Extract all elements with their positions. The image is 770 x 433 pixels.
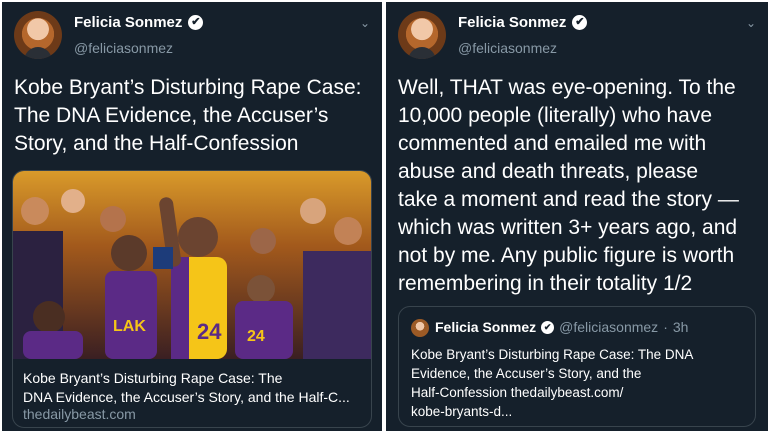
chevron-down-icon[interactable]: ⌄ (360, 16, 370, 30)
card-photo: LAK 24 24 (13, 171, 371, 359)
quoted-author-name: Felicia Sonmez (435, 319, 537, 335)
svg-text:24: 24 (247, 328, 265, 345)
tweet-text-line: which was written 3+ years ago, and (398, 216, 738, 239)
separator-dot: · (663, 319, 668, 335)
tweet-text-line: remembering in their totality 1/2 (398, 272, 693, 295)
tweet-text: Well, THAT was eye-opening. To the 10,00… (398, 74, 760, 298)
tweet-text-line: Story, and the Half-Confession (14, 132, 299, 155)
tweet-text-line: The DNA Evidence, the Accuser’s (14, 104, 329, 127)
author-handle[interactable]: @feliciasonmez (458, 40, 557, 56)
author-handle[interactable]: @feliciasonmez (74, 40, 173, 56)
quoted-text: Kobe Bryant’s Disturbing Rape Case: The … (411, 345, 741, 421)
avatar[interactable] (14, 11, 62, 59)
verified-icon: ✔ (541, 320, 555, 334)
card-caption-line: Kobe Bryant’s Disturbing Rape Case: The (23, 370, 283, 386)
author-name[interactable]: Felicia Sonmez (458, 14, 566, 31)
tweet-text-line: take a moment and read the story — (398, 188, 739, 211)
quoted-text-line: Half-Confession thedailybeast.com/ (411, 385, 624, 400)
quoted-author-handle: @feliciasonmez (559, 319, 659, 335)
card-domain: thedailybeast.com (23, 406, 136, 422)
right-tweet[interactable]: Felicia Sonmez ✔ @feliciasonmez ⌄ Well, … (386, 2, 768, 431)
tweet-text: Kobe Bryant’s Disturbing Rape Case: The … (14, 74, 374, 158)
svg-text:24: 24 (197, 319, 222, 344)
verified-icon: ✔ (572, 15, 588, 30)
svg-text:LAK: LAK (113, 318, 146, 335)
link-card[interactable]: LAK 24 24 Kobe Bryant’s Disturbing Rape … (12, 170, 372, 428)
tweet-text-line: 10,000 people (literally) who have (398, 104, 713, 127)
author-row: Felicia Sonmez ✔ (458, 14, 588, 31)
quoted-text-line: kobe-bryants-d... (411, 404, 513, 419)
card-caption: Kobe Bryant’s Disturbing Rape Case: The … (23, 369, 363, 407)
quoted-timestamp: 3h (672, 319, 689, 335)
quoted-text-line: Evidence, the Accuser’s Story, and the (411, 366, 642, 381)
basketball-photo-illustration: LAK 24 24 (13, 189, 371, 359)
left-tweet[interactable]: Felicia Sonmez ✔ @feliciasonmez ⌄ Kobe B… (2, 2, 382, 431)
verified-icon: ✔ (188, 15, 204, 30)
quoted-text-line: Kobe Bryant’s Disturbing Rape Case: The … (411, 347, 694, 362)
tweet-text-line: not by me. Any public figure is worth (398, 244, 735, 267)
author-row: Felicia Sonmez ✔ (74, 14, 204, 31)
chevron-down-icon[interactable]: ⌄ (746, 16, 756, 30)
tweet-text-line: commented and emailed me with (398, 132, 707, 155)
author-name[interactable]: Felicia Sonmez (74, 14, 182, 31)
quoted-tweet[interactable]: Felicia Sonmez ✔ @feliciasonmez · 3h Kob… (398, 306, 756, 427)
avatar[interactable] (398, 11, 446, 59)
quoted-header: Felicia Sonmez ✔ @feliciasonmez · 3h (435, 319, 688, 335)
tweet-text-line: Kobe Bryant’s Disturbing Rape Case: (14, 76, 362, 99)
tweet-text-line: abuse and death threats, please (398, 160, 699, 183)
quoted-avatar (411, 319, 429, 337)
card-caption-line: DNA Evidence, the Accuser’s Story, and t… (23, 389, 350, 405)
tweet-text-line: Well, THAT was eye-opening. To the (398, 76, 736, 99)
